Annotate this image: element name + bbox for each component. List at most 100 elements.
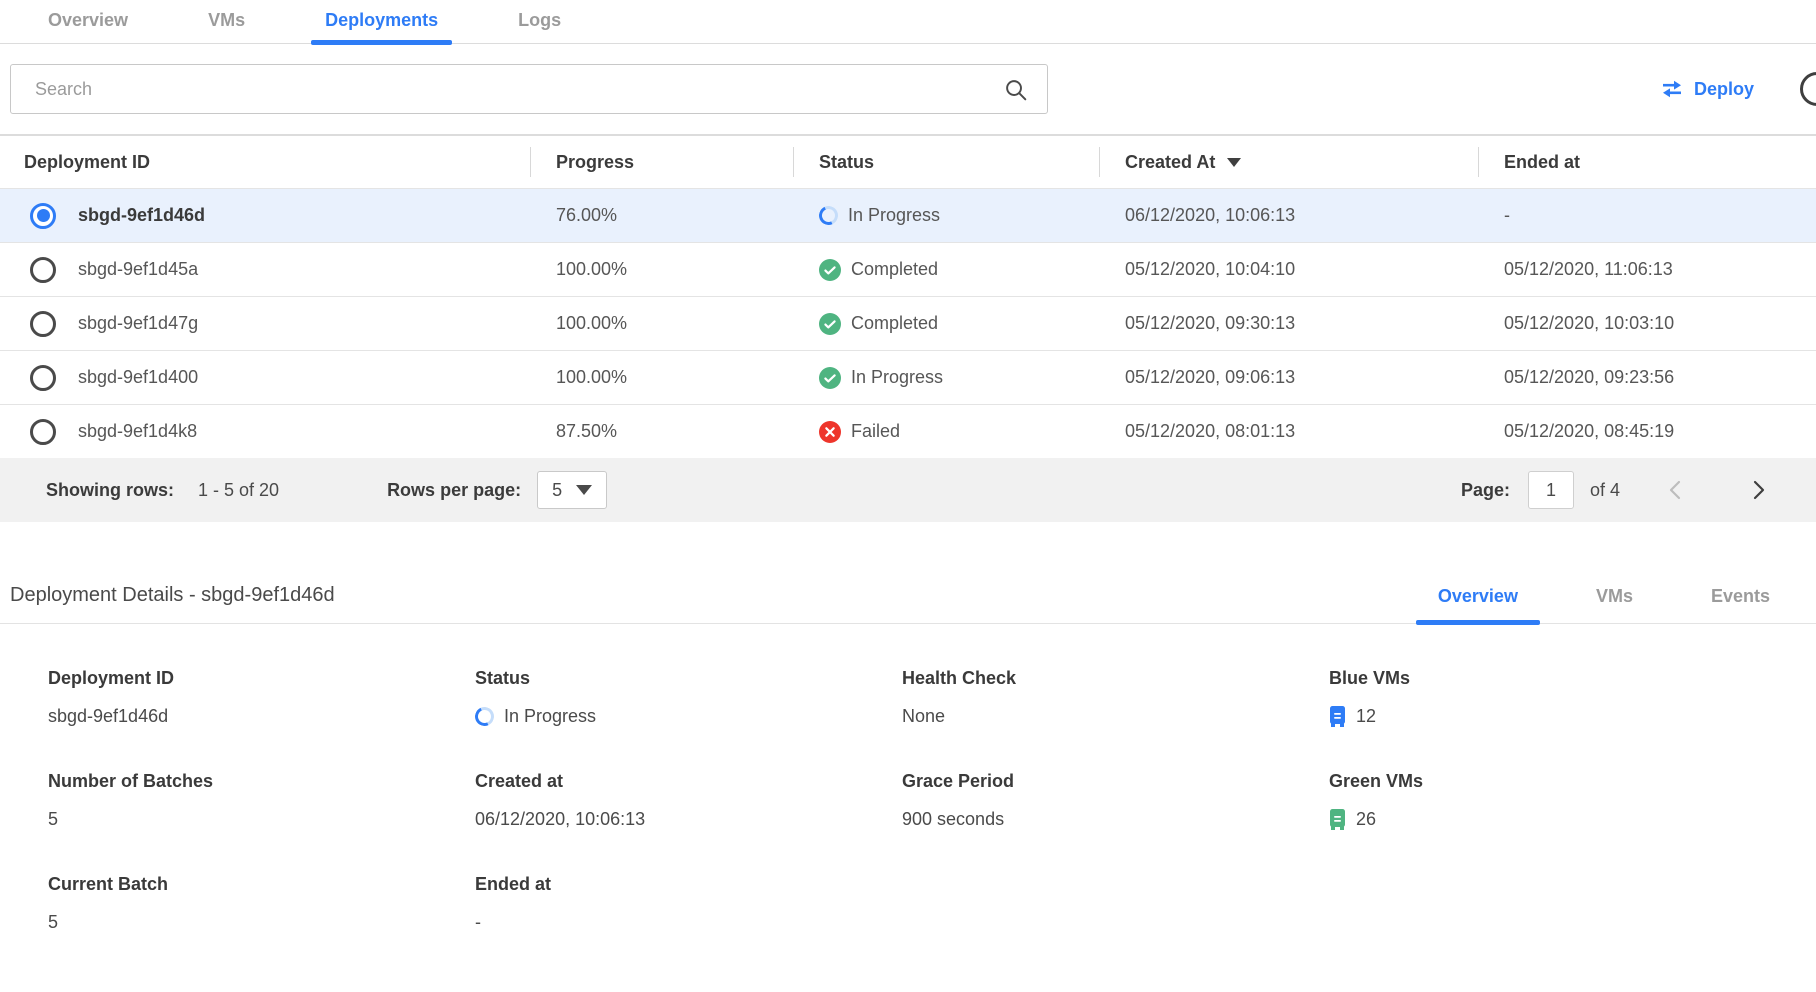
ended-at-value: 05/12/2020, 09:23:56 <box>1478 367 1816 388</box>
ended-at-value: 05/12/2020, 11:06:13 <box>1478 259 1816 280</box>
ended-at-value: 05/12/2020, 08:45:19 <box>1478 421 1816 442</box>
tab-overview[interactable]: Overview <box>46 0 130 43</box>
table-row[interactable]: sbgd-9ef1d45a 100.00% Completed 05/12/20… <box>0 242 1816 296</box>
column-header-progress: Progress <box>530 152 793 173</box>
check-circle-icon <box>819 313 841 335</box>
field-ended-at: Ended at - <box>475 874 902 933</box>
row-radio[interactable] <box>30 311 56 337</box>
created-at-value: 06/12/2020, 10:06:13 <box>1099 205 1478 226</box>
chevron-right-icon <box>1746 478 1770 502</box>
previous-page-button[interactable] <box>1664 478 1688 502</box>
swap-arrows-icon <box>1660 79 1684 99</box>
deploy-button-label: Deploy <box>1694 79 1754 100</box>
details-title: Deployment Details - sbgd-9ef1d46d <box>10 584 335 623</box>
progress-value: 87.50% <box>530 421 793 442</box>
chevron-left-icon <box>1664 478 1688 502</box>
created-at-value: 05/12/2020, 09:06:13 <box>1099 367 1478 388</box>
field-value: 5 <box>48 911 475 933</box>
column-header-created-at[interactable]: Created At <box>1099 152 1478 173</box>
table-row[interactable]: sbgd-9ef1d47g 100.00% Completed 05/12/20… <box>0 296 1816 350</box>
field-current-batch: Current Batch 5 <box>48 874 475 933</box>
search-icon <box>1003 77 1029 103</box>
field-value: 06/12/2020, 10:06:13 <box>475 808 902 830</box>
field-label: Number of Batches <box>48 771 475 792</box>
ended-at-value: 05/12/2020, 10:03:10 <box>1478 313 1816 334</box>
table-row[interactable]: sbgd-9ef1d46d 76.00% In Progress 06/12/2… <box>0 188 1816 242</box>
row-radio[interactable] <box>30 419 56 445</box>
progress-value: 100.00% <box>530 367 793 388</box>
field-label: Ended at <box>475 874 902 895</box>
details-tab-overview[interactable]: Overview <box>1434 586 1522 623</box>
deployment-details-panel: Deployment Details - sbgd-9ef1d46d Overv… <box>0 584 1816 933</box>
field-value: 26 <box>1356 809 1376 830</box>
top-tab-bar: Overview VMs Deployments Logs <box>0 0 1816 44</box>
tab-vms[interactable]: VMs <box>206 0 247 43</box>
deployment-id: sbgd-9ef1d46d <box>78 205 205 226</box>
deployments-page: Overview VMs Deployments Logs Deploy <box>0 0 1816 992</box>
field-grace-period: Grace Period 900 seconds <box>902 771 1329 830</box>
page-number-input[interactable] <box>1528 471 1574 509</box>
page-total: of 4 <box>1590 480 1620 501</box>
row-radio[interactable] <box>30 365 56 391</box>
deployment-id: sbgd-9ef1d45a <box>78 259 198 280</box>
rows-per-page-value: 5 <box>552 480 562 501</box>
deployment-id: sbgd-9ef1d4k8 <box>78 421 197 442</box>
deployment-id: sbgd-9ef1d47g <box>78 313 198 334</box>
page-label: Page: <box>1461 480 1510 501</box>
details-tab-vms[interactable]: VMs <box>1592 586 1637 623</box>
field-blue-vms: Blue VMs 12 <box>1329 668 1816 727</box>
field-label: Green VMs <box>1329 771 1816 792</box>
search-input[interactable] <box>11 65 1047 113</box>
details-header: Deployment Details - sbgd-9ef1d46d Overv… <box>0 584 1816 624</box>
table-row[interactable]: sbgd-9ef1d4k8 87.50% Failed 05/12/2020, … <box>0 404 1816 458</box>
chevron-down-icon <box>576 485 592 495</box>
field-value: - <box>475 911 902 933</box>
field-value: 12 <box>1356 706 1376 727</box>
column-header-created-at-label: Created At <box>1125 152 1215 173</box>
field-value: sbgd-9ef1d46d <box>48 705 475 727</box>
deployments-table: Deployment ID Progress Status Created At… <box>0 134 1816 522</box>
field-label: Health Check <box>902 668 1329 689</box>
rows-per-page-select[interactable]: 5 <box>537 471 607 509</box>
next-page-button[interactable] <box>1746 478 1770 502</box>
field-created-at: Created at 06/12/2020, 10:06:13 <box>475 771 902 830</box>
in-progress-spinner-icon <box>816 203 840 227</box>
field-label: Grace Period <box>902 771 1329 792</box>
pager: Page: of 4 <box>1461 471 1770 509</box>
tab-deployments[interactable]: Deployments <box>323 0 440 43</box>
toolbar: Deploy <box>0 44 1816 134</box>
field-health-check: Health Check None <box>902 668 1329 727</box>
column-header-ended-at: Ended at <box>1478 152 1816 173</box>
created-at-value: 05/12/2020, 08:01:13 <box>1099 421 1478 442</box>
table-header-row: Deployment ID Progress Status Created At… <box>0 136 1816 188</box>
status-label: Completed <box>851 313 938 334</box>
progress-value: 100.00% <box>530 313 793 334</box>
error-circle-icon <box>819 421 841 443</box>
blue-vm-icon <box>1329 706 1346 727</box>
details-tab-bar: Overview VMs Events <box>1434 586 1774 623</box>
field-value: 5 <box>48 808 475 830</box>
field-value: None <box>902 705 1329 727</box>
field-label: Status <box>475 668 902 689</box>
row-radio-selected[interactable] <box>30 203 56 229</box>
ended-at-value: - <box>1478 205 1816 226</box>
status-label: In Progress <box>851 367 943 388</box>
showing-rows-value: 1 - 5 of 20 <box>198 480 279 501</box>
progress-value: 100.00% <box>530 259 793 280</box>
table-row[interactable]: sbgd-9ef1d400 100.00% In Progress 05/12/… <box>0 350 1816 404</box>
tab-logs[interactable]: Logs <box>516 0 563 43</box>
green-vm-icon <box>1329 809 1346 830</box>
field-deployment-id: Deployment ID sbgd-9ef1d46d <box>48 668 475 727</box>
status-label: Failed <box>851 421 900 442</box>
progress-value: 76.00% <box>530 205 793 226</box>
deploy-button[interactable]: Deploy <box>1660 79 1754 100</box>
details-tab-events[interactable]: Events <box>1707 586 1774 623</box>
field-label: Deployment ID <box>48 668 475 689</box>
deployment-id: sbgd-9ef1d400 <box>78 367 198 388</box>
field-label: Current Batch <box>48 874 475 895</box>
refresh-icon[interactable] <box>1800 72 1816 106</box>
field-green-vms: Green VMs 26 <box>1329 771 1816 830</box>
row-radio[interactable] <box>30 257 56 283</box>
sort-desc-icon <box>1227 158 1241 167</box>
table-footer: Showing rows: 1 - 5 of 20 Rows per page:… <box>0 458 1816 522</box>
